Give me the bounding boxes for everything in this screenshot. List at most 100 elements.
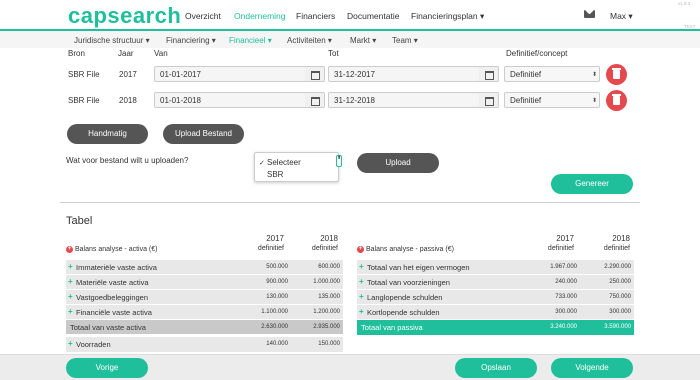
- row-value-2018: 250.000: [609, 279, 631, 285]
- select-arrows-icon: ⬍: [592, 98, 598, 104]
- passiva-status-1: definitief: [547, 245, 574, 252]
- row-label: Materiële vaste activa: [76, 278, 149, 287]
- upload-bestand-button[interactable]: Upload Bestand: [163, 124, 244, 144]
- passiva-year-1: 2017: [556, 234, 574, 243]
- collapse-icon[interactable]: +: [66, 246, 73, 253]
- row-label: Langlopende schulden: [367, 293, 443, 302]
- expand-icon: +: [68, 292, 73, 301]
- nav-onderneming[interactable]: Onderneming: [234, 11, 286, 21]
- row-value-2017: 733.000: [555, 294, 577, 300]
- calendar-icon[interactable]: [305, 92, 325, 108]
- row-label: Vastgoedbeleggingen: [76, 293, 149, 302]
- subnav-markt[interactable]: Markt ▾: [350, 36, 376, 45]
- version-label: v1.9.3: [678, 1, 691, 6]
- table-row[interactable]: + Totaal van voorzieningen 240.000 250.0…: [357, 275, 634, 290]
- row-value-2018: 600.000: [318, 264, 340, 270]
- table-row[interactable]: + Kortlopende schulden 300.000 300.000: [357, 305, 634, 320]
- status-select[interactable]: Definitief ⬍: [504, 92, 600, 108]
- row-value-2018: 750.000: [609, 294, 631, 300]
- row-value-2017: 300.000: [555, 309, 577, 315]
- row-label: Voorraden: [76, 340, 111, 349]
- collapse-icon[interactable]: +: [357, 246, 364, 253]
- status-select[interactable]: Definitief ⬍: [504, 66, 600, 82]
- vorige-button[interactable]: Vorige: [66, 358, 148, 378]
- dropdown-option-selecteer[interactable]: Selecteer: [267, 158, 301, 167]
- volgende-button[interactable]: Volgende: [551, 358, 633, 378]
- calendar-icon[interactable]: [479, 66, 499, 82]
- file-type-dropdown[interactable]: ✓ Selecteer SBR: [254, 152, 339, 182]
- table-row[interactable]: + Totaal van het eigen vermogen 1.967.00…: [357, 260, 634, 275]
- subnav-financiering[interactable]: Financiering ▾: [166, 36, 216, 45]
- select-arrows-icon[interactable]: ⬍: [336, 155, 342, 167]
- row-label: Immateriële vaste activa: [76, 263, 157, 272]
- row-value-2018: 1.000.000: [313, 279, 340, 285]
- row-label: Totaal van vaste activa: [70, 323, 146, 332]
- nav-financiers[interactable]: Financiers: [296, 11, 335, 21]
- table-row[interactable]: + Voorraden 140.000 150.000: [66, 337, 343, 353]
- row-value-2018: 1.200.000: [313, 309, 340, 315]
- status-select-value: Definitief: [510, 96, 542, 105]
- row-label: Financiële vaste activa: [76, 308, 152, 317]
- expand-icon: +: [68, 339, 73, 348]
- mail-icon[interactable]: [584, 10, 595, 18]
- passiva-status-2: definitief: [603, 245, 630, 252]
- subnav-juridische-structuur[interactable]: Juridische structuur ▾: [74, 36, 150, 45]
- row-label: Totaal van het eigen vermogen: [367, 263, 470, 272]
- row-value-2018: 135.000: [318, 294, 340, 300]
- activa-year-1: 2017: [266, 234, 284, 243]
- activa-status-1: definitief: [257, 245, 284, 252]
- source-bron: SBR File: [68, 70, 100, 79]
- table-row[interactable]: + Financiële vaste activa 1.100.000 1.20…: [66, 305, 343, 320]
- row-value-2017: 130.000: [266, 294, 288, 300]
- row-value-2018: 2.935.000: [313, 324, 340, 330]
- tot-date-input[interactable]: 31-12-2018: [328, 92, 480, 108]
- dropdown-option-sbr[interactable]: SBR: [267, 170, 283, 179]
- row-value-2017: 1.100.000: [261, 309, 288, 315]
- source-bron: SBR File: [68, 96, 100, 105]
- calendar-icon[interactable]: [479, 92, 499, 108]
- tabel-heading: Tabel: [66, 215, 93, 227]
- activa-year-2: 2018: [320, 234, 338, 243]
- upload-question-label: Wat voor bestand wilt u uploaden?: [66, 156, 189, 165]
- passiva-table-title: Balans analyse - passiva (€): [366, 246, 454, 253]
- row-value-2017: 3.240.000: [550, 324, 577, 330]
- genereer-button[interactable]: Genereer: [551, 174, 633, 194]
- brand-logo[interactable]: capsearch: [68, 3, 181, 29]
- activa-table-title: Balans analyse - activa (€): [75, 246, 158, 253]
- nav-overzicht[interactable]: Overzicht: [185, 11, 221, 21]
- opslaan-button[interactable]: Opslaan: [455, 358, 537, 378]
- expand-icon: +: [68, 307, 73, 316]
- subnav-team[interactable]: Team ▾: [392, 36, 418, 45]
- expand-icon: +: [359, 307, 364, 316]
- nav-financieringsplan[interactable]: Financieringsplan ▾: [411, 11, 484, 22]
- subnav-financieel[interactable]: Financieel ▾: [229, 36, 272, 45]
- col-header-definitief: Definitief/concept: [506, 49, 568, 58]
- activa-status-2: definitief: [311, 245, 338, 252]
- row-label: Totaal van passiva: [361, 323, 423, 332]
- user-menu[interactable]: Max ▾: [610, 11, 633, 22]
- delete-trash-icon[interactable]: [606, 90, 627, 111]
- handmatig-button[interactable]: Handmatig: [67, 124, 148, 144]
- van-date-input[interactable]: 01-01-2018: [154, 92, 306, 108]
- subnav-activiteiten[interactable]: Activiteiten ▾: [287, 36, 332, 45]
- row-value-2017: 900.000: [266, 279, 288, 285]
- top-navbar: capsearch Overzicht Onderneming Financie…: [0, 0, 700, 30]
- expand-icon: +: [68, 277, 73, 286]
- source-jaar: 2018: [119, 96, 137, 105]
- nav-documentatie[interactable]: Documentatie: [347, 11, 399, 21]
- delete-trash-icon[interactable]: [606, 64, 627, 85]
- row-value-2018: 3.590.000: [604, 324, 631, 330]
- table-row[interactable]: + Langlopende schulden 733.000 750.000: [357, 290, 634, 305]
- calendar-icon[interactable]: [305, 66, 325, 82]
- table-row[interactable]: + Immateriële vaste activa 500.000 600.0…: [66, 260, 343, 275]
- row-label: Totaal van voorzieningen: [367, 278, 450, 287]
- row-value-2017: 140.000: [266, 341, 288, 347]
- van-date-input[interactable]: 01-01-2017: [154, 66, 306, 82]
- row-value-2018: 2.290.000: [604, 264, 631, 270]
- tot-date-input[interactable]: 31-12-2017: [328, 66, 480, 82]
- table-row[interactable]: + Vastgoedbeleggingen 130.000 135.000: [66, 290, 343, 305]
- upload-button[interactable]: Upload: [357, 153, 439, 173]
- col-header-bron: Bron: [68, 49, 85, 58]
- table-row[interactable]: + Materiële vaste activa 900.000 1.000.0…: [66, 275, 343, 290]
- col-header-tot: Tot: [328, 49, 339, 58]
